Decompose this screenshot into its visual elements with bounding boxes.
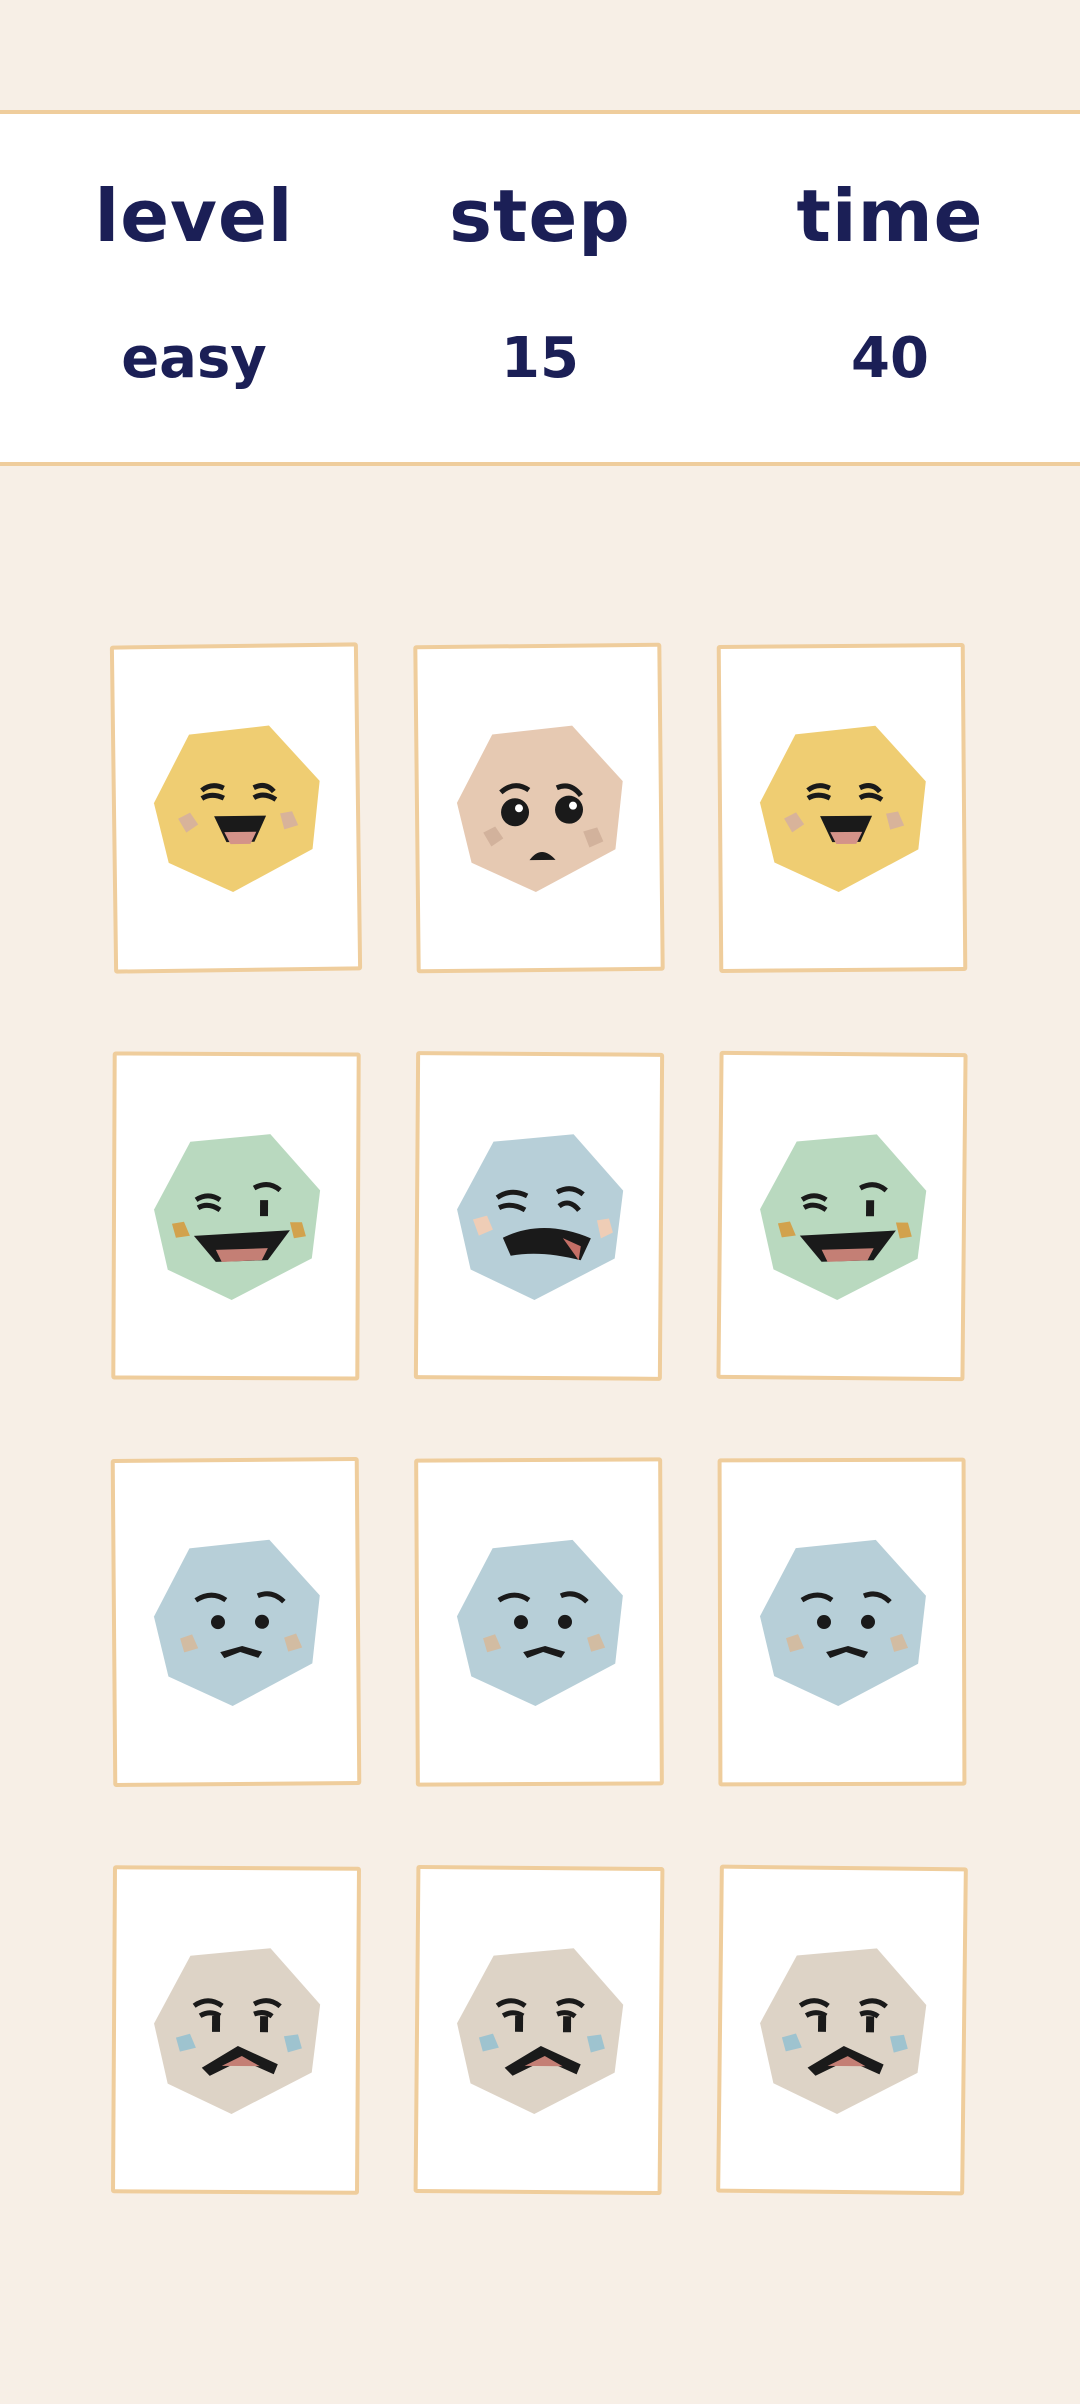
memory-card[interactable]: [110, 1457, 362, 1787]
step-stat: step 15: [390, 114, 690, 462]
step-label: step: [449, 174, 631, 258]
sad-face-icon: [453, 1534, 630, 1711]
time-stat: time 40: [740, 114, 1040, 462]
laughing-face-icon: [755, 719, 932, 896]
time-value: 40: [851, 326, 929, 391]
winking-grin-face-icon: [755, 1127, 933, 1305]
memory-card[interactable]: [413, 642, 665, 974]
memory-card[interactable]: [413, 1864, 665, 2196]
memory-card[interactable]: [716, 1864, 968, 2196]
tongue-face-icon: [452, 1127, 629, 1304]
grumpy-face-icon: [755, 1941, 933, 2119]
sad-face-icon: [756, 1534, 932, 1710]
memory-card[interactable]: [111, 1051, 361, 1381]
grumpy-face-icon: [452, 1941, 630, 2119]
sad-face-icon: [149, 1533, 326, 1710]
grumpy-face-icon: [149, 1941, 326, 2118]
level-label: level: [94, 174, 294, 258]
level-value: easy: [121, 326, 267, 391]
level-stat: level easy: [44, 114, 344, 462]
step-value: 15: [501, 326, 579, 391]
winking-grin-face-icon: [150, 1128, 327, 1305]
scoreboard: level easy step 15 time 40: [0, 110, 1080, 466]
laughing-face-icon: [149, 719, 327, 897]
memory-card[interactable]: [413, 1051, 665, 1381]
memory-card[interactable]: [716, 1050, 968, 1382]
memory-card[interactable]: [109, 642, 363, 974]
time-label: time: [796, 174, 984, 258]
worried-face-icon: [452, 719, 630, 897]
memory-card[interactable]: [111, 1865, 361, 2195]
memory-card[interactable]: [717, 1457, 967, 1787]
memory-card[interactable]: [414, 1457, 664, 1787]
memory-card[interactable]: [716, 643, 968, 973]
